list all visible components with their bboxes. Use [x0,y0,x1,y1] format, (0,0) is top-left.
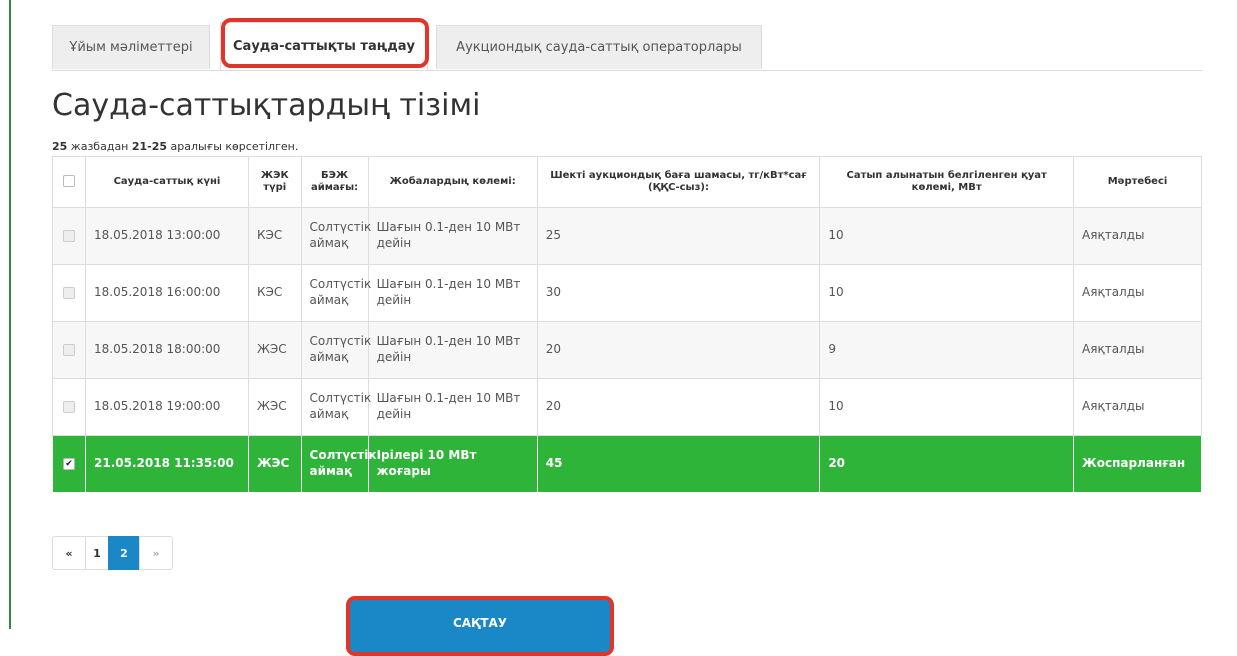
table-row[interactable]: 18.05.2018 16:00:00 КЭС Солтүстік аймақ … [52,264,1202,322]
cell-date: 18.05.2018 19:00:00 [85,378,249,436]
tab-auction-operators[interactable]: Аукциондық сауда-саттық операторлары [436,25,762,69]
column-header-capacity[interactable]: Сатып алынатын белгіленген қуат көлемі, … [819,156,1075,208]
cell-zone: Солтүстік аймақ [300,264,371,322]
pagination: « 1 2 » [52,536,173,570]
cell-date: 18.05.2018 16:00:00 [85,264,249,322]
cell-date: 21.05.2018 11:35:00 [85,435,249,493]
cell-zone: Солтүстік аймақ [300,321,371,379]
cell-capacity: 10 [819,378,1075,436]
cell-volume: Шағын 0.1-ден 10 МВт дейін [367,378,538,436]
column-header-date[interactable]: Сауда-саттық күні [85,156,249,208]
pagination-page-2[interactable]: 2 [108,536,140,570]
select-all-cell [52,156,86,208]
row-checkbox[interactable] [63,229,75,242]
row-checkbox-checked[interactable]: ✔ [63,457,75,470]
save-button[interactable]: САҚТАУ [346,596,614,656]
cell-volume: Шағын 0.1-ден 10 МВт дейін [367,207,538,265]
row-select-cell [52,321,86,379]
pagination-next-button[interactable]: » [139,536,173,570]
cell-volume: Шағын 0.1-ден 10 МВт дейін [367,321,538,379]
records-total: 25 [52,140,68,153]
auctions-table: Сауда-саттық күні ЖЭК түрі БЭЖ аймағы: Ж… [52,156,1202,493]
cell-status: Аяқталды [1073,264,1202,322]
column-header-volume[interactable]: Жобалардың көлемі: [367,156,538,208]
table-header-row: Сауда-саттық күні ЖЭК түрі БЭЖ аймағы: Ж… [52,156,1202,208]
cell-capacity: 10 [819,207,1075,265]
cell-type: КЭС [247,207,302,265]
table-row[interactable]: 18.05.2018 18:00:00 ЖЭС Солтүстік аймақ … [52,321,1202,379]
pagination-page-1[interactable]: 1 [85,536,109,570]
column-header-type[interactable]: ЖЭК түрі [247,156,302,208]
cell-price: 45 [536,435,821,493]
cell-zone: Солтүстік аймақ [300,207,371,265]
page-title: Сауда-саттықтардың тізімі [52,88,481,123]
column-header-price[interactable]: Шекті аукциондық баға шамасы, тг/кВт*сағ… [536,156,821,208]
cell-price: 20 [536,378,821,436]
tab-bar: Ұйым мәліметтері Сауда-саттықты таңдау А… [52,14,1202,71]
row-checkbox[interactable] [63,286,75,299]
cell-price: 25 [536,207,821,265]
records-text-1: жазбадан [67,140,132,153]
row-checkbox[interactable] [63,400,75,413]
cell-status: Аяқталды [1073,321,1202,379]
cell-zone: Солтүстік аймақ [300,378,371,436]
cell-date: 18.05.2018 13:00:00 [85,207,249,265]
pagination-prev-button[interactable]: « [52,536,86,570]
column-header-zone[interactable]: БЭЖ аймағы: [300,156,369,208]
row-select-cell [52,378,86,436]
cell-capacity: 9 [819,321,1075,379]
cell-price: 30 [536,264,821,322]
table-row[interactable]: 18.05.2018 19:00:00 ЖЭС Солтүстік аймақ … [52,378,1202,436]
cell-volume: Ірілері 10 МВт жоғары [367,435,538,493]
row-select-cell [52,264,86,322]
cell-type: ЖЭС [247,435,302,493]
column-header-status[interactable]: Мәртебесі [1073,156,1202,208]
cell-type: ЖЭС [247,321,302,379]
cell-status: Жоспарланған [1073,435,1202,493]
cell-capacity: 20 [819,435,1075,493]
cell-zone: Солтүстік аймақ [300,435,377,493]
records-text-2: аралығы көрсетілген. [167,140,299,153]
table-row[interactable]: 18.05.2018 13:00:00 КЭС Солтүстік аймақ … [52,207,1202,265]
cell-date: 18.05.2018 18:00:00 [85,321,249,379]
records-range: 21-25 [131,140,168,153]
cell-status: Аяқталды [1073,378,1202,436]
cell-type: КЭС [247,264,302,322]
row-select-cell: ✔ [52,435,86,493]
tab-organization-info[interactable]: Ұйым мәліметтері [52,25,210,69]
left-border-rule [9,0,11,629]
cell-volume: Шағын 0.1-ден 10 МВт дейін [367,264,538,322]
row-select-cell [52,207,86,265]
cell-type: ЖЭС [247,378,302,436]
table-row-selected[interactable]: ✔ 21.05.2018 11:35:00 ЖЭС Солтүстік айма… [52,435,1202,493]
tab-select-auction[interactable]: Сауда-саттықты таңдау [220,22,428,70]
select-all-checkbox[interactable] [63,175,75,188]
row-checkbox[interactable] [63,343,75,356]
cell-status: Аяқталды [1073,207,1202,265]
cell-capacity: 10 [819,264,1075,322]
records-summary: 25 жазбадан 21-25 аралығы көрсетілген. [52,140,298,153]
cell-price: 20 [536,321,821,379]
